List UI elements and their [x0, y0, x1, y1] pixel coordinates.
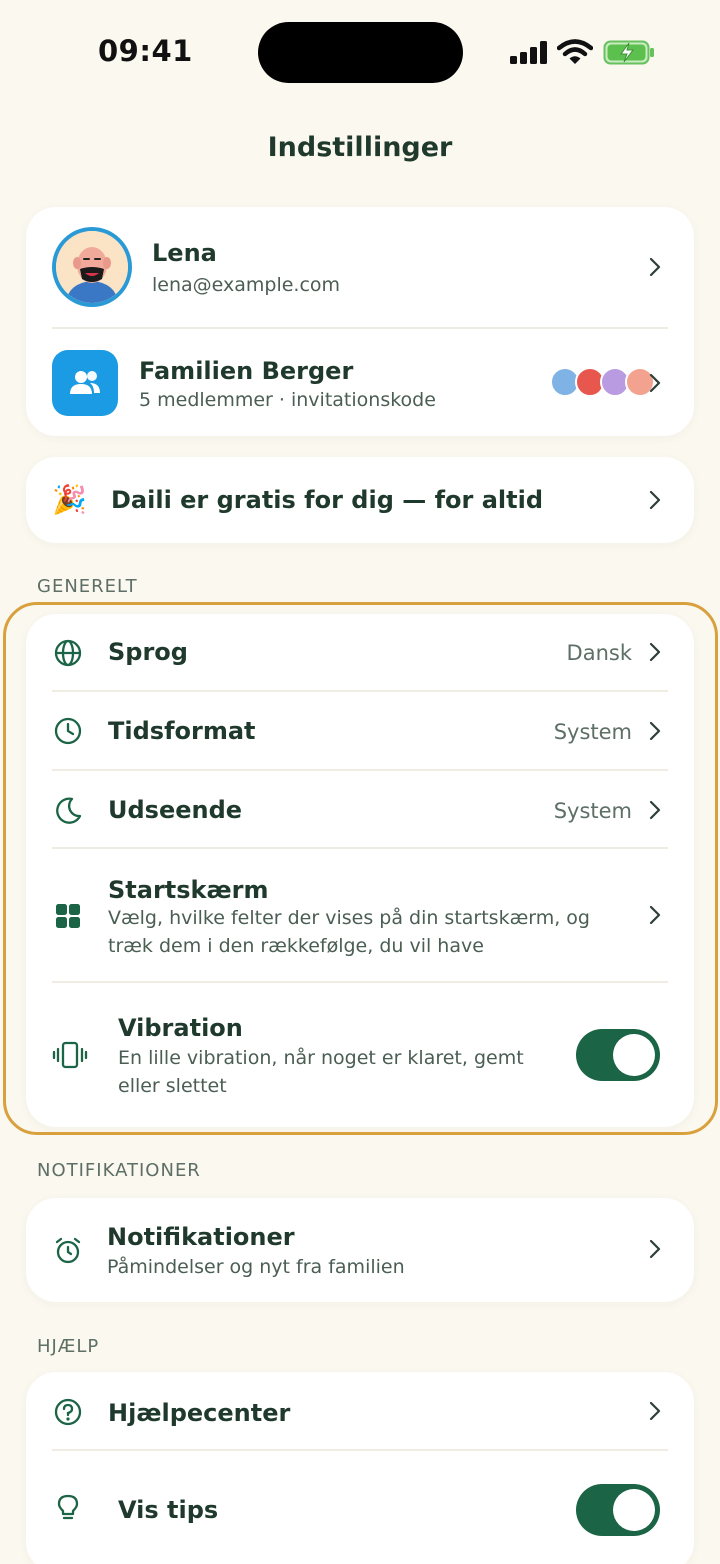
toggle-knob — [613, 1489, 655, 1531]
page-title: Indstillinger — [267, 132, 453, 163]
tips-label: Vis tips — [118, 1496, 219, 1524]
party-popper-icon: 🎉 — [52, 483, 87, 516]
section-label-help: HJÆLP — [37, 1336, 100, 1357]
focus-highlight — [3, 602, 718, 1135]
dynamic-island — [258, 22, 463, 83]
notifications-card[interactable]: Notifikationer Påmindelser og nyt fra fa… — [26, 1198, 694, 1302]
alarm-icon — [52, 1234, 84, 1266]
help-center-label: Hjælpecenter — [108, 1399, 291, 1427]
status-time: 09:41 — [98, 34, 193, 68]
tips-toggle[interactable] — [576, 1484, 660, 1536]
battery-charging-icon — [603, 40, 655, 65]
promo-card[interactable]: 🎉 Daili er gratis for dig — for altid — [26, 457, 694, 543]
family-members: 5 medlemmer · invitationskode — [139, 389, 436, 411]
family-member-avatars — [550, 367, 660, 399]
status-bar: 09:41 — [0, 0, 720, 110]
notifications-label: Notifikationer — [107, 1223, 295, 1251]
wifi-icon — [556, 38, 594, 66]
chevron-right-icon — [648, 372, 662, 394]
cellular-signal-icon — [510, 40, 548, 64]
help-center-row[interactable]: Hjælpecenter — [26, 1372, 694, 1450]
promo-text: Daili er gratis for dig — for altid — [111, 486, 544, 514]
chevron-right-icon — [648, 1400, 662, 1422]
lightbulb-icon — [52, 1492, 84, 1524]
chevron-right-icon — [648, 489, 662, 511]
question-icon — [52, 1396, 84, 1428]
profile-card: Lena lena@example.com Familien Berger 5 … — [26, 207, 694, 436]
family-row[interactable]: Familien Berger 5 medlemmer · invitation… — [26, 207, 694, 436]
chevron-right-icon — [648, 1238, 662, 1260]
family-name: Familien Berger — [139, 357, 354, 385]
section-label-general: GENERELT — [37, 576, 138, 597]
tips-row: Vis tips — [26, 1451, 694, 1564]
family-group-icon — [52, 350, 118, 416]
section-label-notifications: NOTIFIKATIONER — [37, 1160, 201, 1181]
help-card: Hjælpecenter Vis tips — [26, 1372, 694, 1564]
notifications-description: Påmindelser og nyt fra familien — [107, 1256, 405, 1278]
